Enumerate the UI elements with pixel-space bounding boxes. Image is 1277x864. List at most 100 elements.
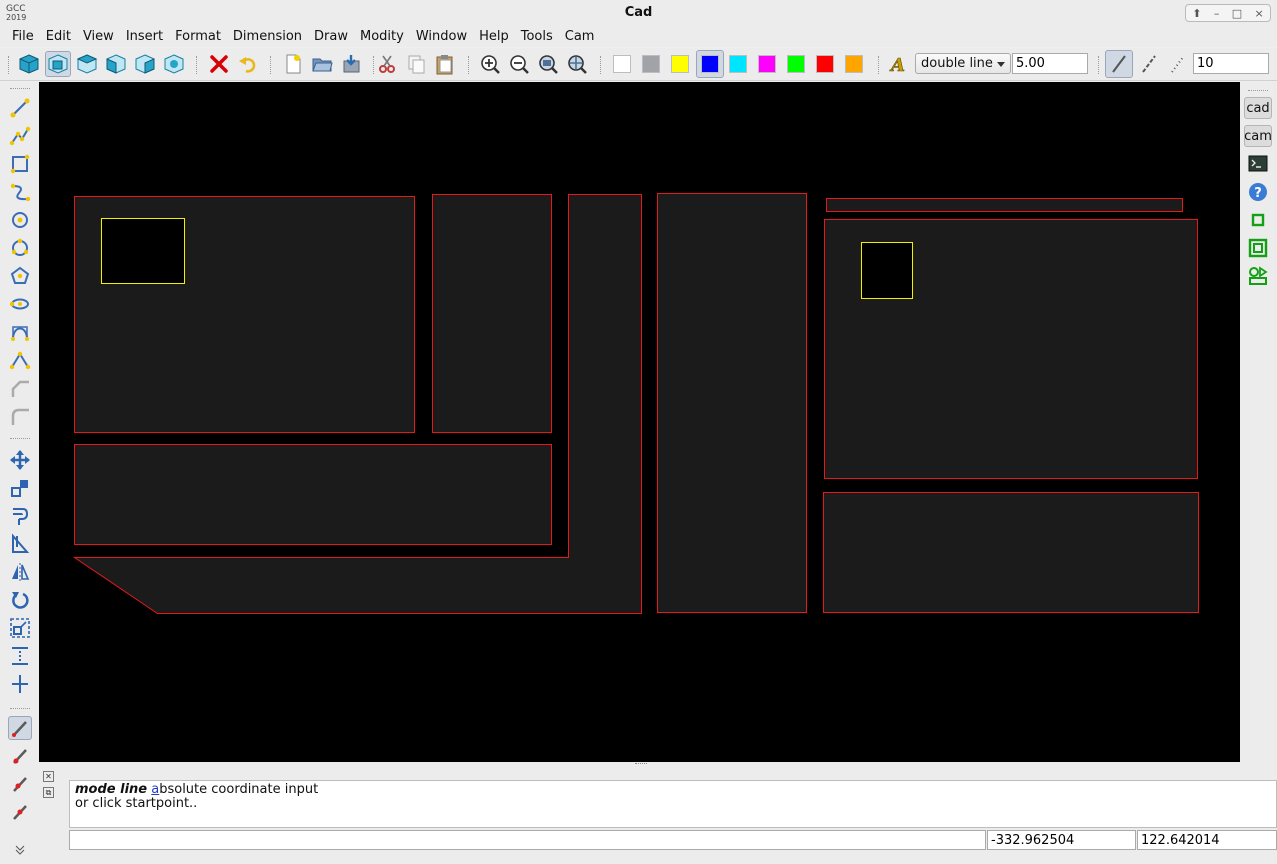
cam-nest-button[interactable] bbox=[1244, 265, 1272, 287]
left-toolbar-expand[interactable] bbox=[8, 842, 32, 858]
snap-near-tool[interactable] bbox=[8, 800, 32, 824]
offset-tool[interactable] bbox=[8, 504, 32, 528]
menu-tools[interactable]: Tools bbox=[515, 27, 559, 47]
maximize-icon[interactable]: □ bbox=[1232, 7, 1242, 20]
menu-insert[interactable]: Insert bbox=[120, 27, 169, 47]
color-magenta-swatch[interactable] bbox=[758, 55, 776, 73]
cam-small-square-button[interactable] bbox=[1244, 209, 1272, 231]
color-blue-button[interactable] bbox=[696, 50, 724, 78]
solid-line-button[interactable] bbox=[1105, 50, 1133, 78]
menu-modify[interactable]: Modity bbox=[354, 27, 410, 47]
color-red-swatch[interactable] bbox=[816, 55, 834, 73]
part-4[interactable] bbox=[657, 193, 807, 613]
help-button[interactable]: ? bbox=[1244, 181, 1272, 203]
menu-window[interactable]: Window bbox=[410, 27, 473, 47]
menu-view[interactable]: View bbox=[77, 27, 120, 47]
dot-line-button[interactable] bbox=[1165, 51, 1191, 77]
keep-above-icon[interactable]: ⬆ bbox=[1192, 7, 1201, 20]
color-green-swatch[interactable] bbox=[787, 55, 805, 73]
fillet-tool[interactable] bbox=[8, 376, 32, 400]
menu-cam[interactable]: Cam bbox=[559, 27, 601, 47]
draw-polygon-tool[interactable] bbox=[8, 264, 32, 288]
part-2[interactable] bbox=[432, 194, 552, 433]
snap-mid-tool[interactable] bbox=[8, 772, 32, 796]
snap-end-tool[interactable] bbox=[8, 744, 32, 768]
menu-help[interactable]: Help bbox=[473, 27, 515, 47]
extend-tool[interactable] bbox=[8, 672, 32, 696]
new-file-button[interactable] bbox=[280, 51, 306, 77]
delete-button[interactable] bbox=[206, 51, 232, 77]
hole-2[interactable] bbox=[861, 242, 913, 299]
scale-tool[interactable] bbox=[8, 616, 32, 640]
menu-format[interactable]: Format bbox=[169, 27, 227, 47]
color-blue-swatch bbox=[701, 55, 719, 73]
save-file-button[interactable] bbox=[338, 51, 364, 77]
chamfer-tool[interactable] bbox=[8, 404, 32, 428]
view-front-button[interactable] bbox=[45, 51, 71, 77]
view-right-button[interactable] bbox=[132, 51, 158, 77]
part-7[interactable] bbox=[74, 444, 552, 545]
color-gray-swatch[interactable] bbox=[642, 55, 660, 73]
line-type-select[interactable]: double line bbox=[915, 53, 1011, 74]
paste-button[interactable] bbox=[432, 51, 458, 77]
color-white-swatch[interactable] bbox=[613, 55, 631, 73]
mirror-tool[interactable] bbox=[8, 560, 32, 584]
minimize-icon[interactable]: – bbox=[1214, 7, 1220, 20]
cam-square-button[interactable] bbox=[1244, 237, 1272, 259]
part-8[interactable] bbox=[823, 492, 1199, 613]
cad-tab-button[interactable]: cad bbox=[1244, 97, 1272, 119]
new-file-icon bbox=[286, 54, 301, 74]
close-icon[interactable]: × bbox=[1255, 7, 1264, 20]
zoom-window-button[interactable] bbox=[564, 51, 590, 77]
menu-edit[interactable]: Edit bbox=[40, 27, 77, 47]
color-orange-swatch[interactable] bbox=[845, 55, 863, 73]
drawing-canvas[interactable] bbox=[39, 82, 1240, 762]
menu-draw[interactable]: Draw bbox=[308, 27, 354, 47]
toolbar-handle[interactable] bbox=[8, 56, 9, 74]
rotate-tool[interactable] bbox=[8, 588, 32, 612]
menu-dimension[interactable]: Dimension bbox=[227, 27, 308, 47]
zoom-in-button[interactable] bbox=[477, 51, 503, 77]
draw-ellipse-tool[interactable] bbox=[8, 292, 32, 316]
draw-curve-tool[interactable] bbox=[8, 348, 32, 372]
undo-button[interactable] bbox=[235, 51, 261, 77]
view-top-button[interactable] bbox=[74, 51, 100, 77]
view-3d-button[interactable] bbox=[16, 51, 42, 77]
draw-polyline-tool[interactable] bbox=[8, 124, 32, 148]
coord-x-field[interactable] bbox=[987, 830, 1136, 850]
command-input[interactable] bbox=[69, 830, 986, 850]
open-file-button[interactable] bbox=[309, 51, 335, 77]
dock-float-icon[interactable]: ⧉ bbox=[43, 787, 54, 798]
coord-y-field[interactable] bbox=[1137, 830, 1277, 850]
cam-tab-button[interactable]: cam bbox=[1244, 125, 1272, 147]
draw-spline-tool[interactable] bbox=[8, 180, 32, 204]
draw-rectangle-tool[interactable] bbox=[8, 152, 32, 176]
draw-line-tool[interactable] bbox=[8, 96, 32, 120]
line-scale-field[interactable] bbox=[1193, 53, 1269, 74]
break-tool[interactable] bbox=[8, 644, 32, 668]
pick-tool[interactable] bbox=[8, 716, 32, 740]
draw-bezier-tool[interactable] bbox=[8, 320, 32, 344]
dash-line-button[interactable] bbox=[1136, 51, 1162, 77]
copy-objects-tool[interactable] bbox=[8, 476, 32, 500]
color-cyan-swatch[interactable] bbox=[729, 55, 747, 73]
view-iso-button[interactable] bbox=[161, 51, 187, 77]
draw-circle-tool[interactable] bbox=[8, 208, 32, 232]
draw-arc-tool[interactable] bbox=[8, 236, 32, 260]
zoom-out-button[interactable] bbox=[506, 51, 532, 77]
move-tool[interactable] bbox=[8, 448, 32, 472]
trim-tool[interactable] bbox=[8, 532, 32, 556]
zoom-extents-button[interactable] bbox=[535, 51, 561, 77]
color-yellow-swatch[interactable] bbox=[671, 55, 689, 73]
line-width-field[interactable] bbox=[1012, 53, 1088, 74]
left-toolbar-handle[interactable] bbox=[10, 88, 30, 89]
copy-button[interactable] bbox=[403, 51, 429, 77]
view-left-button[interactable] bbox=[103, 51, 129, 77]
hole-1[interactable] bbox=[101, 218, 185, 284]
menu-file[interactable]: File bbox=[6, 27, 40, 47]
text-style-button[interactable]: A bbox=[886, 51, 912, 77]
part-5[interactable] bbox=[826, 198, 1183, 212]
terminal-button[interactable] bbox=[1244, 153, 1272, 175]
dock-close-icon[interactable]: ✕ bbox=[43, 771, 54, 782]
cut-button[interactable] bbox=[374, 51, 400, 77]
